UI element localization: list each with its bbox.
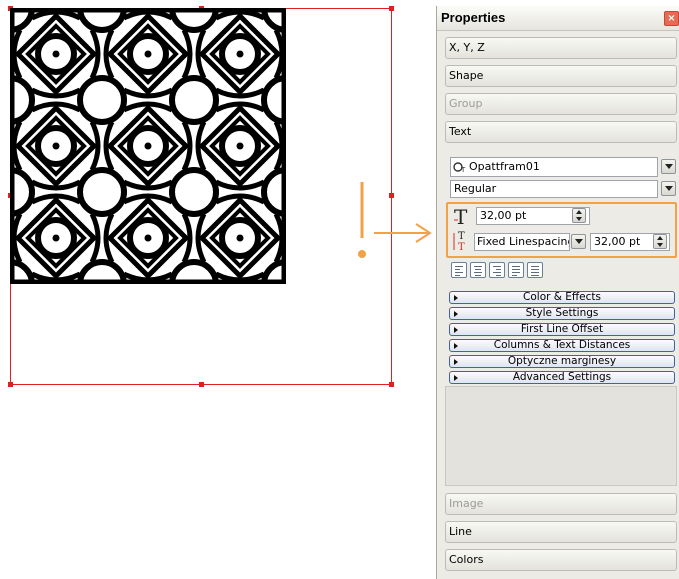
- align-center-icon[interactable]: [470, 262, 486, 278]
- expand-triangle-icon: [454, 295, 458, 301]
- subsection-label: Color & Effects: [523, 291, 601, 303]
- subsection-first-line-offset[interactable]: First Line Offset: [449, 323, 675, 336]
- font-size-icon: T: [454, 206, 468, 226]
- resize-handle-bottom[interactable]: [199, 382, 204, 387]
- panel-titlebar[interactable]: Properties ×: [437, 6, 679, 31]
- svg-text:T: T: [460, 166, 466, 174]
- line-spacing-mode-dropdown-button[interactable]: [571, 234, 586, 249]
- font-family-select[interactable]: Opattfram01: [450, 157, 658, 177]
- align-right-icon[interactable]: [489, 262, 505, 278]
- section-colors[interactable]: Colors: [445, 549, 677, 571]
- resize-handle-bottom-left[interactable]: [8, 382, 13, 387]
- subsection-advanced-settings[interactable]: Advanced Settings: [449, 371, 675, 384]
- subsection-style-settings[interactable]: Style Settings: [449, 307, 675, 320]
- font-style-select[interactable]: Regular: [450, 180, 658, 198]
- align-forced-icon[interactable]: [527, 262, 543, 278]
- expand-triangle-icon: [454, 327, 458, 333]
- align-left-icon[interactable]: [451, 262, 467, 278]
- line-spacing-mode-select[interactable]: Fixed Linespacing: [474, 233, 570, 251]
- resize-handle-bottom-right[interactable]: [389, 382, 394, 387]
- close-icon[interactable]: ×: [664, 11, 679, 26]
- line-spacing-mode-value: Fixed Linespacing: [477, 235, 570, 248]
- line-spacing-spinner[interactable]: [653, 234, 667, 249]
- font-name: Opattfram01: [469, 160, 540, 173]
- font-style-dropdown-button[interactable]: [661, 181, 676, 196]
- subsection-label: Advanced Settings: [512, 371, 612, 383]
- resize-handle-right[interactable]: [389, 193, 394, 198]
- subsection-columns-text-distances[interactable]: Columns & Text Distances: [449, 339, 675, 352]
- font-size-value: 32,00 pt: [480, 209, 527, 222]
- subsection-label: Style Settings: [525, 307, 599, 319]
- opentype-font-icon: T: [453, 162, 466, 174]
- font-size-spinner[interactable]: [572, 208, 586, 223]
- line-spacing-icon: T T: [453, 231, 465, 252]
- pattern-text-glyphs[interactable]: [10, 8, 286, 284]
- exclamation-icon: [358, 182, 366, 258]
- subsection-label: First Line Offset: [520, 323, 604, 335]
- svg-text:T: T: [454, 206, 468, 226]
- section-line[interactable]: Line: [445, 521, 677, 543]
- expand-triangle-icon: [454, 359, 458, 365]
- expand-triangle-icon: [454, 375, 458, 381]
- svg-text:T: T: [458, 231, 465, 242]
- expand-triangle-icon: [454, 343, 458, 349]
- align-block-icon[interactable]: [508, 262, 524, 278]
- arrow-right-icon: [374, 223, 432, 243]
- section-shape[interactable]: Shape: [445, 65, 677, 87]
- font-family-dropdown-button[interactable]: [661, 159, 676, 174]
- subsection-content-area: [445, 386, 677, 486]
- resize-handle-top-right[interactable]: [389, 6, 394, 11]
- section-text[interactable]: Text: [445, 121, 677, 143]
- svg-text:T: T: [458, 242, 465, 252]
- subsection-optical-margins[interactable]: Optyczne marginesy: [449, 355, 675, 368]
- panel-title: Properties: [441, 10, 506, 25]
- font-style-value: Regular: [454, 182, 497, 195]
- section-group[interactable]: Group: [445, 93, 677, 115]
- line-spacing-value: 32,00 pt: [594, 235, 641, 248]
- subsection-label: Columns & Text Distances: [493, 339, 631, 351]
- expand-triangle-icon: [454, 311, 458, 317]
- section-xyz[interactable]: X, Y, Z: [445, 37, 677, 59]
- subsection-label: Optyczne marginesy: [507, 355, 617, 367]
- section-image[interactable]: Image: [445, 493, 677, 515]
- subsection-color-effects[interactable]: Color & Effects: [449, 291, 675, 304]
